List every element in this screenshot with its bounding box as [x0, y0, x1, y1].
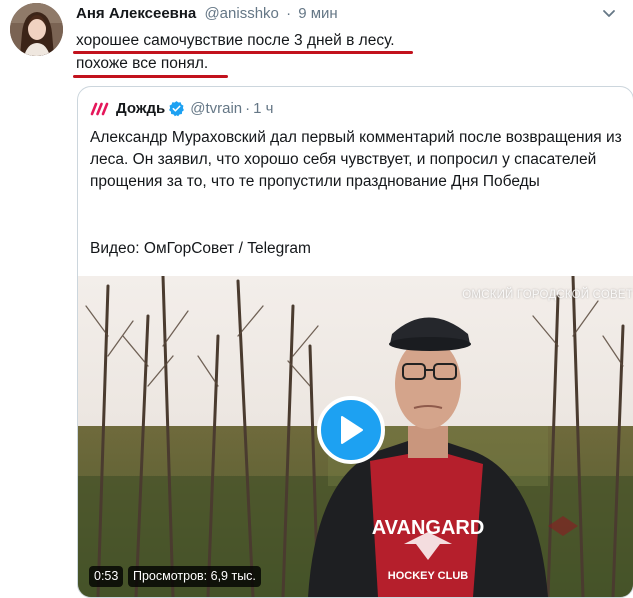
avatar[interactable] — [10, 3, 63, 56]
video-views: Просмотров: 6,9 тыс. — [128, 566, 261, 587]
quoted-tweet-header: Дождь @tvrain · 1 ч — [90, 100, 273, 117]
quoted-tweet[interactable]: Дождь @tvrain · 1 ч Александр Мураховски… — [77, 86, 633, 598]
tweet-text-line-1: хорошее самочувствие после 3 дней в лесу… — [76, 32, 395, 49]
tweet-time[interactable]: 9 мин — [298, 5, 338, 22]
quoted-tweet-time[interactable]: 1 ч — [253, 100, 273, 117]
separator: · — [286, 5, 292, 22]
chevron-down-icon[interactable] — [599, 3, 619, 23]
verified-badge-icon — [168, 100, 185, 117]
author-handle[interactable]: @anisshko — [204, 5, 278, 22]
tweet[interactable]: Аня Алексеевна @anisshko · 9 мин хорошее… — [0, 0, 633, 598]
quoted-tweet-credit: Видео: ОмГорСовет / Telegram — [90, 240, 311, 257]
tweet-header: Аня Алексеевна @anisshko · 9 мин — [76, 5, 338, 22]
separator: · — [245, 100, 251, 117]
quoted-tweet-text: Александр Мураховский дал первый коммент… — [90, 129, 622, 190]
underline-annotation — [73, 51, 413, 54]
shirt-subtext: HOCKEY CLUB — [388, 570, 469, 582]
video-watermark: ОМСКИЙ ГОРОДСКОЙ СОВЕТ — [462, 289, 633, 301]
video-duration: 0:53 — [89, 566, 124, 587]
play-icon[interactable] — [317, 396, 385, 464]
quoted-author-name[interactable]: Дождь — [116, 100, 165, 117]
quoted-author-handle[interactable]: @tvrain — [190, 100, 242, 117]
video-player[interactable]: AVANGARD HOCKEY CLUB ОМСКИЙ ГОРОДСКОЙ СО… — [78, 276, 633, 597]
author-name[interactable]: Аня Алексеевна — [76, 5, 196, 22]
underline-annotation — [73, 75, 228, 78]
tvrain-logo-icon — [90, 101, 110, 117]
tweet-text-line-2: похоже все понял. — [76, 55, 209, 72]
